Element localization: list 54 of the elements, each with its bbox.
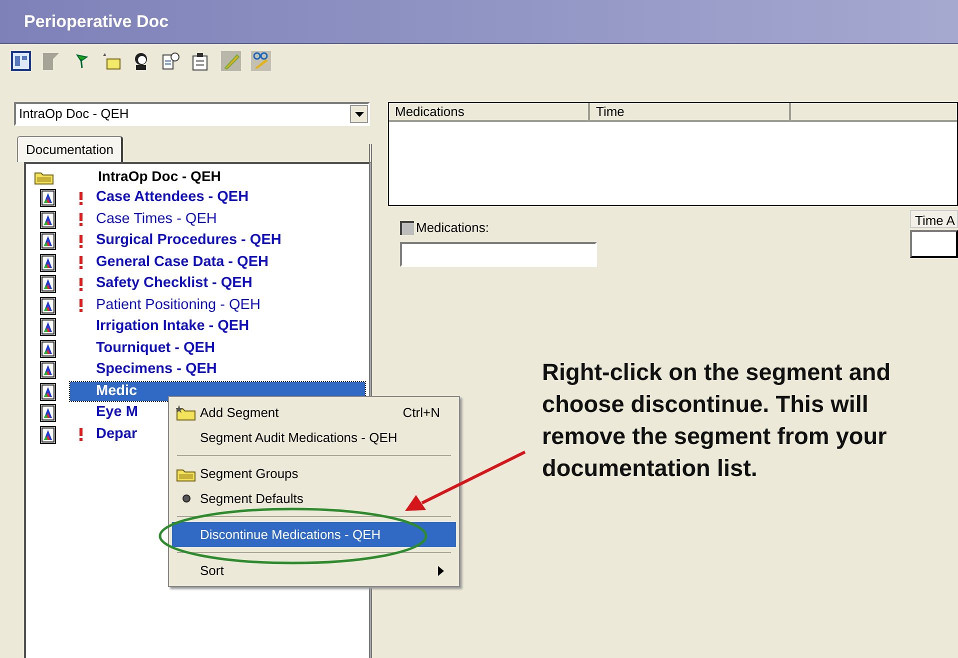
- tree-item[interactable]: Tourniquet - QEH: [70, 339, 365, 358]
- tree-item[interactable]: Irrigation Intake - QEH: [70, 318, 365, 337]
- tree-item[interactable]: Patient Positioning - QEH: [70, 296, 365, 316]
- menu-item[interactable]: Segment Audit Medications - QEH: [172, 425, 456, 450]
- new-folder-icon: [176, 404, 196, 420]
- exclamation-icon: [79, 299, 83, 312]
- time-label: Time A: [910, 210, 958, 228]
- tree-item[interactable]: General Case Data - QEH: [70, 253, 365, 272]
- tree-item[interactable]: Surgical Procedures - QEH: [70, 232, 365, 251]
- menu-item[interactable]: Segment Groups: [172, 461, 456, 486]
- exclamation-icon: [79, 192, 83, 205]
- clock-document-icon[interactable]: [161, 51, 181, 71]
- radio-dot-icon: [182, 494, 190, 503]
- exclamation-icon: [79, 428, 83, 442]
- document-icon: [40, 275, 56, 294]
- checkbox[interactable]: [400, 220, 414, 235]
- document-icon: [40, 296, 56, 315]
- document-icon: [40, 318, 56, 336]
- glasses-pencil-icon[interactable]: [251, 51, 271, 71]
- menu-item[interactable]: Segment Defaults: [172, 486, 456, 511]
- tree-item[interactable]: Case Attendees - QEH: [70, 188, 365, 208]
- column-header[interactable]: Medications: [389, 103, 590, 122]
- dropdown-arrow-icon: [354, 112, 364, 116]
- instruction-text: Right-click on the segment and choose discontinue. This will remove the segment from your documentation list.: [542, 358, 892, 483]
- window-icon[interactable]: [11, 51, 31, 71]
- document-icon: [40, 340, 56, 358]
- exclamation-icon: [79, 234, 83, 248]
- document-icon: [40, 404, 56, 422]
- tab[interactable]: Documentation: [17, 136, 124, 162]
- document-icon: [40, 232, 56, 250]
- medications-input-field[interactable]: [400, 242, 597, 266]
- time-input-field[interactable]: [910, 230, 958, 258]
- document-icon: [40, 254, 56, 272]
- document-icon: [40, 210, 56, 229]
- menu-item[interactable]: Sort: [172, 558, 456, 583]
- menu-item[interactable]: Add Segment Ctrl+N: [172, 400, 456, 425]
- document-icon: [40, 426, 56, 444]
- column-header[interactable]: Time: [590, 103, 791, 122]
- tree-root-label[interactable]: IntraOp Doc - QEH: [98, 166, 221, 188]
- document-icon: [40, 361, 56, 380]
- exclamation-icon: [79, 278, 83, 291]
- tree-item[interactable]: Case Times - QEH: [70, 210, 365, 230]
- menu-item[interactable]: Discontinue Medications - QEH: [172, 522, 456, 547]
- window-title: Perioperative Doc: [24, 10, 169, 33]
- exclamation-icon: [79, 213, 83, 226]
- document-icon: [40, 189, 56, 208]
- tree-item[interactable]: Safety Checklist - QEH: [70, 274, 365, 294]
- tree-item[interactable]: Specimens - QEH: [70, 360, 365, 380]
- submenu-arrow-icon: [438, 566, 444, 576]
- new-folder-icon[interactable]: [101, 51, 121, 71]
- checkbox-label: Medications:: [416, 219, 489, 237]
- document-dropdown[interactable]: IntraOp Doc - QEH: [14, 102, 370, 126]
- exclamation-icon: [79, 256, 83, 270]
- document-icon: [40, 382, 56, 401]
